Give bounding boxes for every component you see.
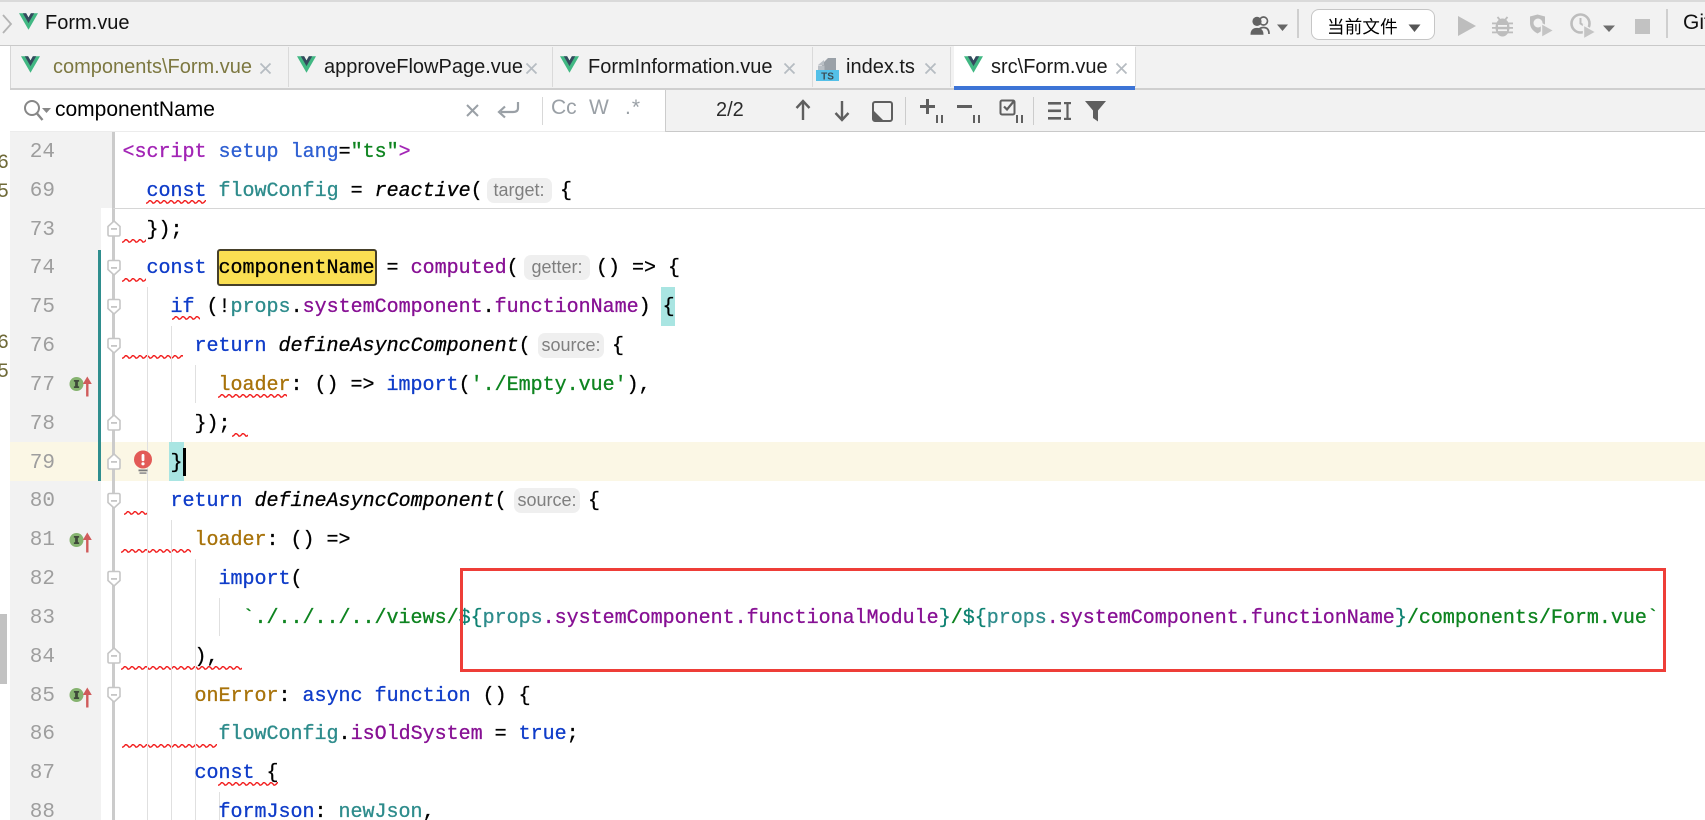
svg-text:TS: TS [821, 71, 834, 82]
